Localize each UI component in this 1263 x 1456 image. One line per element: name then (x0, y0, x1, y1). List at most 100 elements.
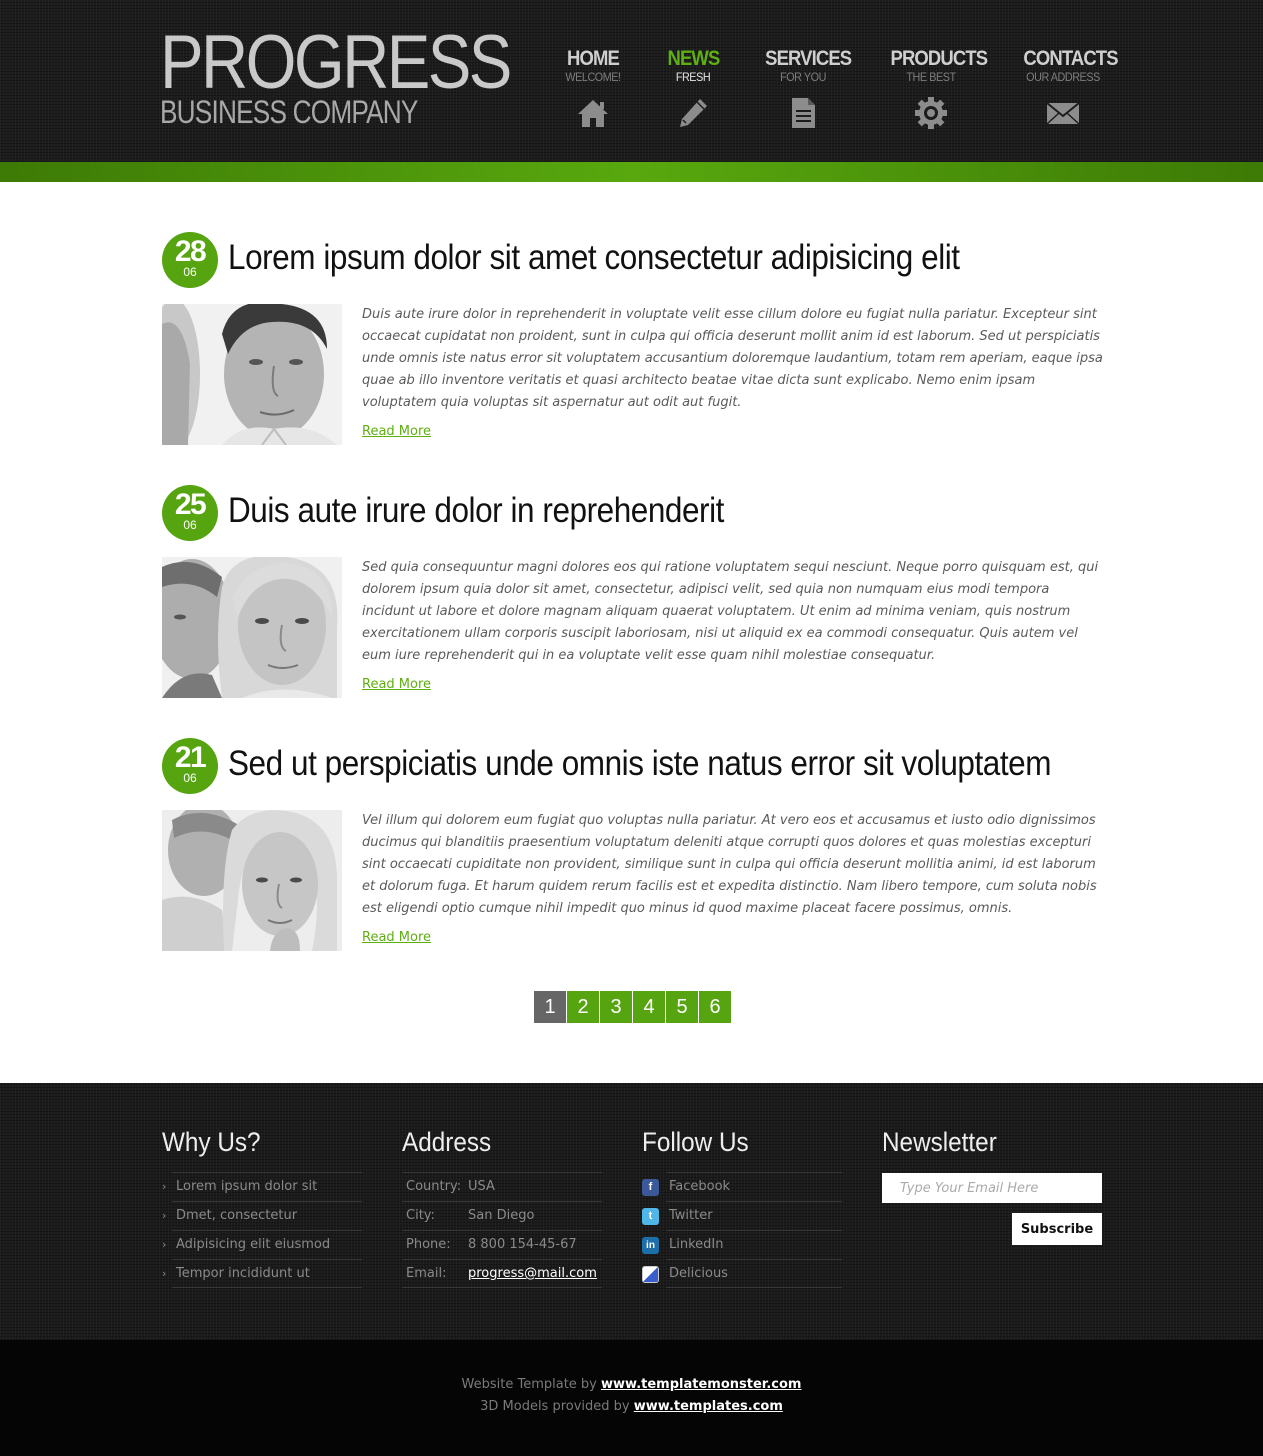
address-value: USA (468, 1179, 495, 1194)
nav-item-services[interactable]: SERVICES FOR YOU (760, 47, 852, 130)
pencil-icon (680, 99, 707, 127)
page-button-2[interactable]: 2 (567, 991, 599, 1023)
read-more-link[interactable]: Read More (362, 930, 431, 945)
social-link-facebook[interactable]: f Facebook (642, 1172, 842, 1201)
address-key: Email: (406, 1266, 447, 1281)
page-button-5[interactable]: 5 (666, 991, 698, 1023)
address-row: Phone: 8 800 154-45-67 (402, 1230, 602, 1259)
nav-label: HOME (567, 47, 620, 70)
social-label: LinkedIn (669, 1237, 724, 1252)
facebook-icon: f (642, 1179, 659, 1196)
post-title[interactable]: Lorem ipsum dolor sit amet consectetur a… (228, 236, 960, 280)
header-accent-bar (0, 162, 1263, 182)
date-month: 06 (183, 771, 197, 785)
portrait-man-image (162, 304, 342, 445)
footer-why-us: Why Us? › Lorem ipsum dolor sit › Dmet, co… (162, 1125, 362, 1288)
date-day: 28 (174, 235, 207, 268)
address-value: San Diego (468, 1208, 535, 1223)
nav-label: SERVICES (765, 47, 852, 70)
date-day: 25 (174, 488, 207, 521)
page-button-6[interactable]: 6 (699, 991, 731, 1023)
footer-heading: Follow Us (642, 1127, 749, 1157)
address-value: 8 800 154-45-67 (468, 1237, 577, 1252)
social-list: f Facebook t Twitter in LinkedIn Delicious (642, 1172, 842, 1288)
templatemonster-link[interactable]: www.templatemonster.com (601, 1377, 801, 1392)
twitter-icon: t (642, 1208, 659, 1225)
nav-item-home[interactable]: HOME WELCOME! (560, 48, 626, 130)
chevron-right-icon: › (162, 1267, 167, 1280)
social-label: Facebook (669, 1179, 731, 1194)
chevron-right-icon: › (162, 1238, 167, 1251)
credits-line-1: Website Template by www.templatemonster.… (0, 1377, 1263, 1392)
why-list-item[interactable]: › Adipisicing elit eiusmod (162, 1230, 362, 1259)
post-excerpt: Sed quia consequuntur magni dolores eos … (362, 560, 1099, 663)
address-key: City: (406, 1208, 435, 1223)
address-row: Country: USA (402, 1172, 602, 1201)
nav-sublabel: WELCOME! (565, 70, 621, 84)
credits-line-2: 3D Models provided by www.templates.com (0, 1399, 1263, 1414)
why-list: › Lorem ipsum dolor sit › Dmet, consectetu… (162, 1172, 362, 1288)
nav-sublabel: FOR YOU (780, 70, 826, 84)
post-title[interactable]: Duis aute irure dolor in reprehenderit (228, 489, 724, 533)
social-link-linkedin[interactable]: in LinkedIn (642, 1230, 842, 1259)
home-icon (578, 100, 608, 127)
why-list-item[interactable]: › Lorem ipsum dolor sit (162, 1172, 362, 1201)
social-link-delicious[interactable]: Delicious (642, 1259, 842, 1288)
email-link[interactable]: progress@mail.com (468, 1266, 597, 1281)
address-key: Country: (406, 1179, 462, 1194)
why-item-label: Lorem ipsum dolor sit (176, 1179, 318, 1194)
date-badge: 28 06 (162, 232, 218, 288)
page-button-3[interactable]: 3 (600, 991, 632, 1023)
pagination: 1 2 3 4 5 6 (534, 991, 732, 1023)
credits-text: Website Template by (461, 1377, 597, 1392)
read-more-link[interactable]: Read More (362, 677, 431, 692)
nav-item-news[interactable]: NEWS FRESH (664, 48, 722, 130)
nav-item-products[interactable]: PRODUCTS THE BEST (885, 47, 989, 130)
portrait-couple-image (162, 557, 342, 698)
nav-label: PRODUCTS (890, 47, 989, 70)
page-button-4[interactable]: 4 (633, 991, 665, 1023)
gear-icon (915, 97, 947, 129)
post-photo[interactable] (162, 557, 342, 698)
post-title[interactable]: Sed ut perspiciatis unde omnis iste natu… (228, 742, 1051, 786)
footer: Why Us? › Lorem ipsum dolor sit › Dmet, co… (0, 1083, 1263, 1340)
address-key: Phone: (406, 1237, 451, 1252)
delicious-icon (642, 1266, 659, 1283)
credits-bar: Website Template by www.templatemonster.… (0, 1340, 1263, 1456)
newsletter-email-input[interactable] (882, 1173, 1102, 1203)
nav-sublabel: FRESH (675, 70, 711, 84)
footer-address: Address Country: USA City: San Diego Phone… (402, 1125, 602, 1288)
why-list-item[interactable]: › Dmet, consectetur (162, 1201, 362, 1230)
nav-item-contacts[interactable]: CONTACTS OUR ADDRESS (1018, 47, 1119, 130)
main-nav: HOME WELCOME! NEWS FRESH SERVICES FOR YO… (0, 48, 1263, 138)
social-link-twitter[interactable]: t Twitter (642, 1201, 842, 1230)
social-label: Delicious (669, 1266, 728, 1281)
nav-label: CONTACTS (1023, 47, 1118, 70)
subscribe-button[interactable]: Subscribe (1012, 1213, 1102, 1245)
nav-sublabel: OUR ADDRESS (1026, 70, 1100, 84)
news-post: 28 06 Lorem ipsum dolor sit amet consect… (162, 232, 1103, 462)
address-row: Email: progress@mail.com (402, 1259, 602, 1288)
read-more-link[interactable]: Read More (362, 424, 431, 439)
date-day: 21 (174, 741, 207, 774)
nav-label: NEWS (667, 47, 720, 70)
credits-text: 3D Models provided by (480, 1399, 630, 1414)
header: PROGRESS BUSINESS COMPANY HOME WELCOME! … (0, 0, 1263, 162)
templates-link[interactable]: www.templates.com (634, 1399, 783, 1414)
why-item-label: Tempor incididunt ut (176, 1266, 310, 1281)
post-photo[interactable] (162, 810, 342, 951)
why-item-label: Adipisicing elit eiusmod (176, 1237, 331, 1252)
page-button-1[interactable]: 1 (534, 991, 566, 1023)
date-badge: 25 06 (162, 485, 218, 541)
why-item-label: Dmet, consectetur (176, 1208, 298, 1223)
footer-follow-us: Follow Us f Facebook t Twitter in LinkedIn … (642, 1125, 842, 1288)
footer-heading: Why Us? (162, 1127, 261, 1157)
footer-heading: Address (402, 1127, 492, 1157)
why-list-item[interactable]: › Tempor incididunt ut (162, 1259, 362, 1288)
post-photo[interactable] (162, 304, 342, 445)
post-excerpt: Vel illum qui dolorem eum fugiat quo vol… (362, 813, 1097, 916)
linkedin-icon: in (642, 1237, 659, 1254)
date-badge: 21 06 (162, 738, 218, 794)
news-post: 21 06 Sed ut perspiciatis unde omnis ist… (162, 738, 1102, 968)
nav-sublabel: THE BEST (906, 70, 956, 84)
